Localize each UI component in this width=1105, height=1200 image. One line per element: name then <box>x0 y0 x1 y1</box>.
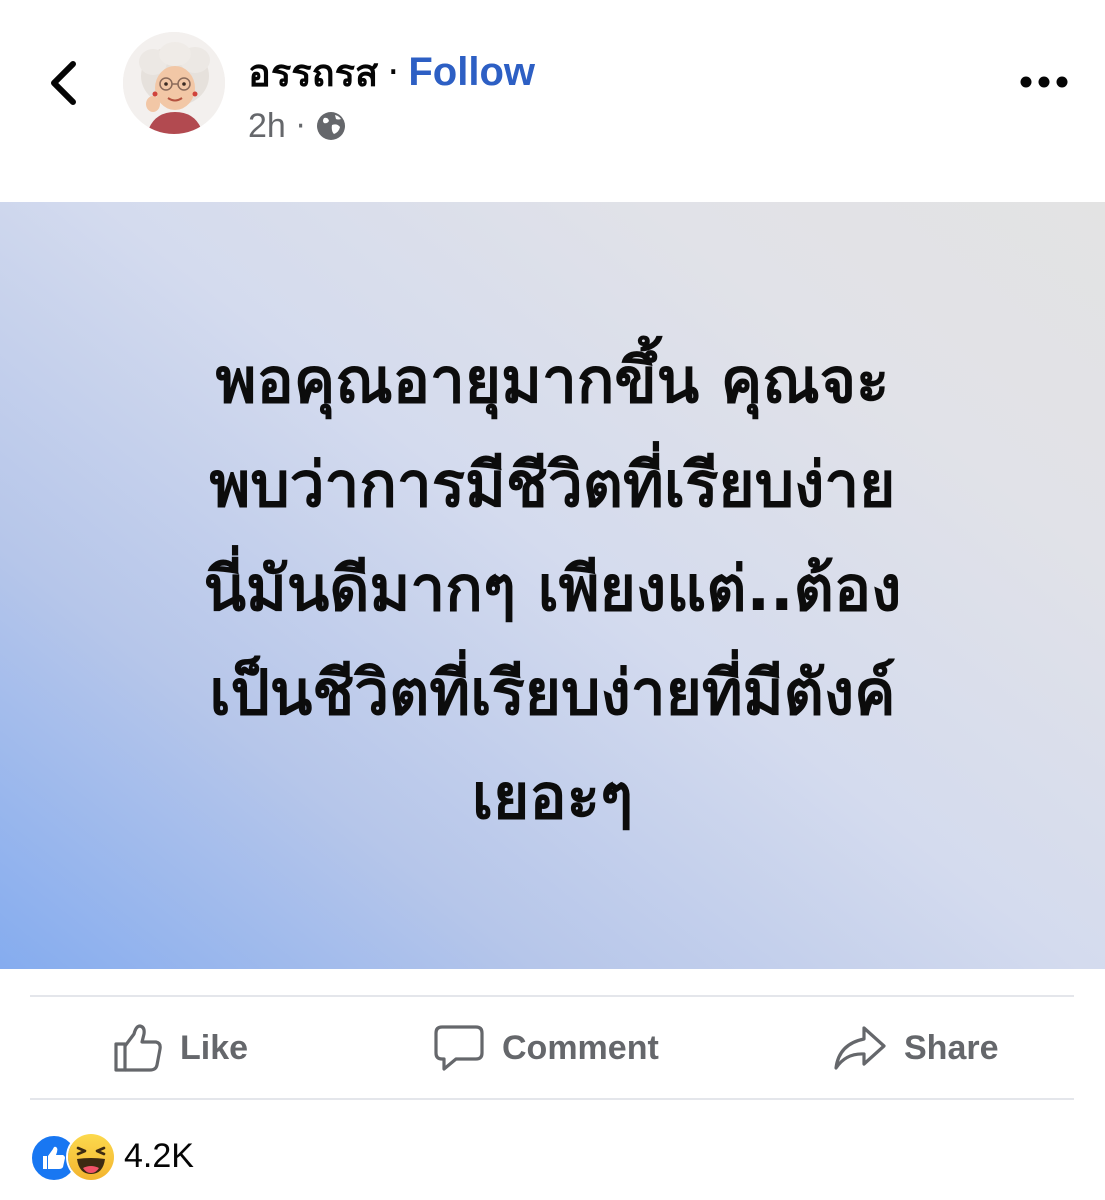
divider-bottom <box>30 1098 1074 1100</box>
globe-icon <box>317 112 346 140</box>
avatar-illustration <box>123 32 225 134</box>
post-view: อรรถรส · Follow 2h · พอคุณอายุมากขึ้น คุ… <box>0 0 1105 1200</box>
author-row: อรรถรส · Follow <box>248 46 535 98</box>
post-background[interactable]: พอคุณอายุมากขึ้น คุณจะ พบว่าการมีชีวิตที… <box>0 202 1105 969</box>
post-line: พบว่าการมีชีวิตที่เรียบง่าย <box>209 447 896 521</box>
share-label: Share <box>904 1028 999 1067</box>
ellipsis-icon <box>1020 76 1068 88</box>
divider-top <box>30 995 1074 997</box>
name-separator: · <box>387 50 400 94</box>
post-line: พอคุณอายุมากขึ้น คุณจะ <box>215 343 890 417</box>
haha-reaction-icon <box>66 1132 116 1182</box>
avatar[interactable] <box>123 32 225 134</box>
more-options-button[interactable] <box>1012 60 1076 104</box>
like-button[interactable]: Like <box>112 998 248 1098</box>
post-line: เป็นชีวิตที่เรียบง่ายที่มีตังค์ <box>209 655 896 729</box>
share-button[interactable]: Share <box>832 998 999 1098</box>
action-bar: Like Comment Share <box>0 998 1105 1098</box>
back-button[interactable] <box>38 58 88 108</box>
post-header: อรรถรส · Follow 2h · <box>0 0 1105 200</box>
author-name[interactable]: อรรถรส <box>248 42 378 103</box>
post-meta: 2h · <box>248 104 347 148</box>
comment-icon <box>434 1025 484 1071</box>
meta-separator: · <box>295 108 306 144</box>
post-line: นี่มันดีมากๆ เพียงแต่..ต้อง <box>203 551 902 625</box>
reactions-summary[interactable]: 4.2K <box>30 1128 194 1184</box>
share-arrow-icon <box>834 1026 886 1070</box>
reaction-count: 4.2K <box>124 1136 194 1175</box>
comment-label: Comment <box>502 1028 659 1067</box>
reaction-icons <box>30 1132 116 1182</box>
post-time[interactable]: 2h <box>248 107 286 146</box>
post-text: พอคุณอายุมากขึ้น คุณจะ พบว่าการมีชีวิตที… <box>73 329 1033 849</box>
chevron-left-icon <box>51 61 76 105</box>
comment-button[interactable]: Comment <box>432 998 659 1098</box>
like-label: Like <box>180 1028 249 1067</box>
post-line: เยอะๆ <box>471 759 634 833</box>
follow-button[interactable]: Follow <box>408 50 535 95</box>
thumbs-up-icon <box>114 1024 162 1072</box>
